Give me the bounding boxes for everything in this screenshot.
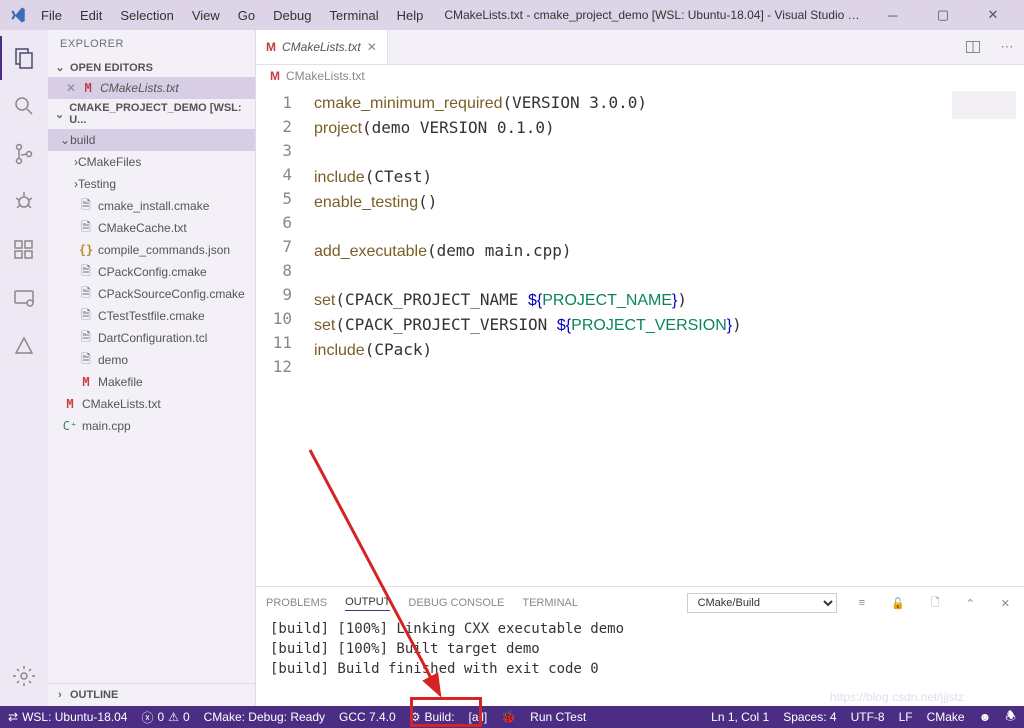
menu-edit[interactable]: Edit — [71, 5, 111, 26]
window-title: CMakeLists.txt - cmake_project_demo [WSL… — [436, 8, 866, 22]
open-editors-section[interactable]: ⌄OPEN EDITORS — [48, 58, 255, 77]
vscode-logo-icon — [8, 5, 28, 25]
explorer-icon[interactable] — [0, 36, 48, 80]
eol[interactable]: LF — [899, 710, 913, 724]
lock-scroll-icon[interactable]: 🔓 — [887, 597, 909, 610]
title-bar: FileEditSelectionViewGoDebugTerminalHelp… — [0, 0, 1024, 30]
file-item[interactable]: 🗎demo — [48, 349, 255, 371]
outline-section[interactable]: ›OUTLINE — [48, 683, 255, 706]
file-item[interactable]: 🗎CPackConfig.cmake — [48, 261, 255, 283]
menu-view[interactable]: View — [183, 5, 229, 26]
tab-bar: M CMakeLists.txt ✕ ⋯ — [256, 30, 1024, 65]
feedback-icon[interactable]: ☻ — [979, 710, 992, 724]
file-item[interactable]: 🗎CMakeCache.txt — [48, 217, 255, 239]
cursor-position[interactable]: Ln 1, Col 1 — [711, 710, 769, 724]
extensions-icon[interactable] — [0, 228, 48, 272]
menu-help[interactable]: Help — [388, 5, 433, 26]
breadcrumb[interactable]: MCMakeLists.txt — [256, 65, 1024, 87]
annotation-highlight — [410, 697, 482, 727]
explorer-sidebar: EXPLORER ⌄OPEN EDITORS ✕MCMakeLists.txt … — [48, 30, 256, 706]
debug-launch-icon[interactable]: 🐞 — [501, 710, 516, 724]
tab-debug-console[interactable]: DEBUG CONSOLE — [408, 597, 504, 609]
notifications-icon[interactable]: 🕭 — [1005, 707, 1016, 728]
clear-output-icon[interactable]: ≡ — [855, 597, 869, 609]
cmake-status[interactable]: CMake: Debug: Ready — [204, 710, 325, 724]
file-item[interactable]: 🗎CPackSourceConfig.cmake — [48, 283, 255, 305]
open-file-icon[interactable]: 🗋 — [927, 594, 944, 613]
activity-bar — [0, 30, 48, 706]
folder-testing[interactable]: ›Testing — [48, 173, 255, 195]
watermark: https://blog.csdn.net/jjjstz — [830, 690, 964, 704]
settings-gear-icon[interactable] — [0, 654, 48, 698]
tab-cmakelists[interactable]: M CMakeLists.txt ✕ — [256, 30, 388, 64]
open-editor-item[interactable]: ✕MCMakeLists.txt — [48, 77, 255, 99]
file-item[interactable]: 🗎cmake_install.cmake — [48, 195, 255, 217]
explorer-title: EXPLORER — [48, 30, 255, 58]
tab-problems[interactable]: PROBLEMS — [266, 597, 327, 609]
maximize-button[interactable]: ▢ — [920, 0, 966, 30]
file-item[interactable]: {}compile_commands.json — [48, 239, 255, 261]
more-actions-icon[interactable]: ⋯ — [990, 30, 1024, 64]
bottom-panel: PROBLEMS OUTPUT DEBUG CONSOLE TERMINAL C… — [256, 586, 1024, 706]
workspace-section[interactable]: ⌄CMAKE_PROJECT_DEMO [WSL: U... — [48, 99, 255, 129]
kit-status[interactable]: GCC 7.4.0 — [339, 710, 396, 724]
tab-terminal[interactable]: TERMINAL — [522, 597, 578, 609]
remote-explorer-icon[interactable] — [0, 276, 48, 320]
file-item[interactable]: MMakefile — [48, 371, 255, 393]
remote-indicator[interactable]: ⇄WSL: Ubuntu-18.04 — [8, 710, 127, 724]
cmake-icon[interactable] — [0, 324, 48, 368]
close-panel-icon[interactable]: ✕ — [997, 597, 1014, 610]
minimize-button[interactable]: ─ — [870, 0, 916, 30]
line-gutter: 123456789101112 — [256, 87, 306, 586]
menu-go[interactable]: Go — [229, 5, 264, 26]
file-item[interactable]: C⁺main.cpp — [48, 415, 255, 437]
menu-debug[interactable]: Debug — [264, 5, 320, 26]
status-bar: ⇄WSL: Ubuntu-18.04 ⓧ0⚠0 CMake: Debug: Re… — [0, 706, 1024, 728]
encoding[interactable]: UTF-8 — [851, 710, 885, 724]
debug-icon[interactable] — [0, 180, 48, 224]
folder-cmakefiles[interactable]: ›CMakeFiles — [48, 151, 255, 173]
menu-terminal[interactable]: Terminal — [320, 5, 387, 26]
maximize-panel-icon[interactable]: ⌃ — [962, 597, 979, 610]
close-button[interactable]: ✕ — [970, 0, 1016, 30]
minimap[interactable] — [952, 91, 1016, 119]
output-channel-select[interactable]: CMake/Build — [687, 593, 837, 613]
ctest-button[interactable]: Run CTest — [530, 710, 586, 724]
menu-file[interactable]: File — [32, 5, 71, 26]
folder-build[interactable]: ⌄build — [48, 129, 255, 151]
language-mode[interactable]: CMake — [927, 710, 965, 724]
file-item[interactable]: 🗎CTestTestfile.cmake — [48, 305, 255, 327]
file-item[interactable]: 🗎DartConfiguration.tcl — [48, 327, 255, 349]
indentation[interactable]: Spaces: 4 — [783, 710, 836, 724]
file-item[interactable]: MCMakeLists.txt — [48, 393, 255, 415]
tab-output[interactable]: OUTPUT — [345, 596, 390, 611]
code-editor[interactable]: cmake_minimum_required(VERSION 3.0.0) pr… — [306, 87, 1024, 586]
split-editor-icon[interactable] — [956, 30, 990, 64]
editor-group: M CMakeLists.txt ✕ ⋯ MCMakeLists.txt 123… — [256, 30, 1024, 706]
search-icon[interactable] — [0, 84, 48, 128]
source-control-icon[interactable] — [0, 132, 48, 176]
problems-indicator[interactable]: ⓧ0⚠0 — [141, 709, 189, 726]
menu-selection[interactable]: Selection — [111, 5, 182, 26]
close-icon[interactable]: ✕ — [367, 40, 377, 54]
